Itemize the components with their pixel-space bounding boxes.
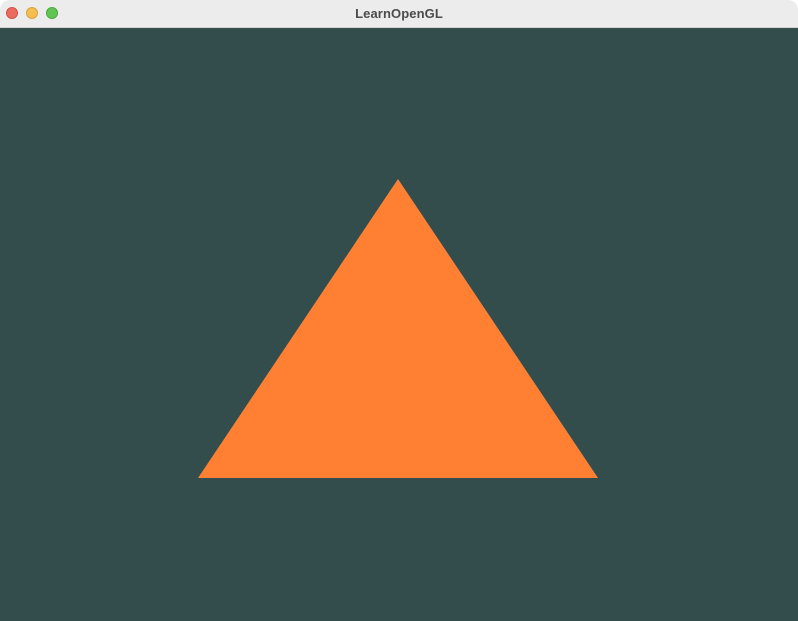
app-window: LearnOpenGL	[0, 0, 798, 621]
window-title: LearnOpenGL	[355, 6, 443, 21]
orange-triangle	[198, 179, 598, 478]
render-canvas	[198, 179, 598, 478]
opengl-viewport[interactable]	[0, 28, 798, 621]
title-bar[interactable]: LearnOpenGL	[0, 0, 798, 28]
